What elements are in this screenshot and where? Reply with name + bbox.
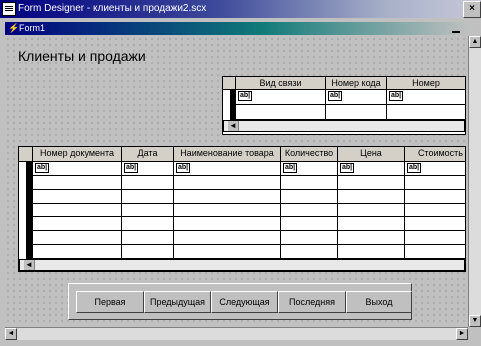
scroll-right-icon[interactable]: ►	[456, 328, 468, 340]
grid-horizontal-scrollbar[interactable]: ◄	[223, 120, 465, 132]
form-icon: ⚡	[8, 23, 20, 33]
grid-cell[interactable]	[33, 245, 122, 259]
grid-cell[interactable]	[33, 231, 122, 246]
form-titlebar: ⚡ Form1	[5, 22, 468, 35]
grid-column-header[interactable]: Цена	[338, 147, 405, 162]
next-button[interactable]: Следующая	[211, 291, 278, 313]
grid-cell[interactable]	[174, 203, 281, 218]
grid-cell[interactable]	[236, 105, 326, 120]
first-button[interactable]: Первая	[76, 291, 144, 313]
grid-column-header[interactable]: Количество	[281, 147, 338, 162]
grid-corner	[223, 77, 236, 90]
textbox-control[interactable]: ab|	[238, 91, 253, 101]
grid-cell[interactable]	[122, 217, 174, 232]
grid-column-header[interactable]: Наименование товара	[174, 147, 281, 162]
textbox-control[interactable]: ab|	[389, 91, 404, 101]
grid-cell[interactable]	[174, 245, 281, 259]
grid-cell[interactable]	[338, 231, 405, 246]
scroll-left-icon[interactable]: ◄	[228, 121, 239, 131]
textbox-control[interactable]: ab|	[407, 163, 422, 173]
grid-cell[interactable]	[122, 245, 174, 259]
grid-cell[interactable]	[33, 203, 122, 218]
grid-column-header[interactable]: Номер	[387, 77, 465, 90]
scroll-up-icon[interactable]: ▲	[469, 36, 481, 48]
grid-cell[interactable]: ab|	[33, 162, 122, 176]
textbox-control[interactable]: ab|	[328, 91, 343, 101]
grid-column-header[interactable]: Стоимость	[405, 147, 465, 162]
grid-column-header[interactable]: Дата	[122, 147, 174, 162]
form-title: Form1	[19, 23, 46, 33]
row-indicator	[26, 162, 33, 259]
grid-cell[interactable]: ab|	[326, 90, 387, 105]
grid-cell[interactable]: ab|	[174, 162, 281, 176]
textbox-control[interactable]: ab|	[124, 163, 139, 173]
form-designer-icon	[2, 2, 16, 16]
grid-cell[interactable]	[338, 175, 405, 190]
window-titlebar: Form Designer - клиенты и продажи2.scx	[0, 0, 481, 18]
grid-cell[interactable]	[281, 175, 338, 190]
exit-button[interactable]: Выход	[346, 291, 412, 313]
grid-cell[interactable]	[405, 217, 465, 232]
grid-column-header[interactable]: Номер кода	[326, 77, 387, 90]
grid-cell[interactable]	[405, 245, 465, 259]
grid-horizontal-scrollbar[interactable]: ◄	[19, 259, 465, 271]
grid-cell[interactable]	[338, 189, 405, 204]
grid-cell[interactable]	[338, 217, 405, 232]
window-title: Form Designer - клиенты и продажи2.scx	[18, 3, 207, 14]
grid-cell[interactable]	[122, 189, 174, 204]
grid-cell[interactable]	[326, 105, 387, 120]
grid-corner	[19, 147, 33, 162]
scrollbar-corner	[468, 327, 481, 340]
grid-sales[interactable]: Номер документа Дата Наименование товара…	[18, 146, 466, 272]
grid-cell[interactable]	[281, 203, 338, 218]
window-close-button[interactable]: ×	[463, 1, 481, 18]
grid-cell[interactable]	[281, 217, 338, 232]
grid-cell[interactable]	[387, 105, 465, 120]
grid-cell[interactable]	[338, 245, 405, 259]
textbox-control[interactable]: ab|	[283, 163, 298, 173]
grid-cell[interactable]	[338, 203, 405, 218]
grid-cell[interactable]: ab|	[236, 90, 326, 105]
grid-cell[interactable]	[122, 231, 174, 246]
textbox-control[interactable]: ab|	[176, 163, 191, 173]
grid-cell[interactable]: ab|	[405, 162, 465, 176]
grid-cell[interactable]	[33, 175, 122, 190]
grid-column-header[interactable]: Вид связи	[236, 77, 326, 90]
horizontal-scrollbar[interactable]: ◄ ►	[5, 327, 468, 340]
vertical-scrollbar[interactable]: ▲ ▼	[468, 36, 481, 327]
grid-cell[interactable]	[281, 189, 338, 204]
grid-cell[interactable]	[174, 189, 281, 204]
scroll-left-icon[interactable]: ◄	[5, 328, 17, 340]
scroll-down-icon[interactable]: ▼	[469, 315, 481, 327]
grid-cell[interactable]: ab|	[387, 90, 465, 105]
grid-cell[interactable]	[174, 175, 281, 190]
textbox-control[interactable]: ab|	[340, 163, 355, 173]
grid-cell[interactable]	[281, 245, 338, 259]
grid-cell[interactable]	[174, 217, 281, 232]
form-caption-label[interactable]: Клиенты и продажи	[18, 48, 146, 64]
grid-contacts[interactable]: Вид связи Номер кода Номер ab| ab| ab| ◄	[222, 76, 466, 135]
grid-cell[interactable]: ab|	[281, 162, 338, 176]
grid-cell[interactable]	[122, 175, 174, 190]
grid-cell[interactable]	[405, 231, 465, 246]
grid-cell[interactable]: ab|	[122, 162, 174, 176]
scroll-left-icon[interactable]: ◄	[24, 260, 35, 270]
grid-column-header[interactable]: Номер документа	[33, 147, 122, 162]
grid-cell[interactable]	[405, 189, 465, 204]
textbox-control[interactable]: ab|	[35, 163, 50, 173]
grid-cell[interactable]	[122, 203, 174, 218]
grid-cell[interactable]	[281, 231, 338, 246]
grid-cell[interactable]	[174, 231, 281, 246]
grid-cell[interactable]	[33, 217, 122, 232]
previous-button[interactable]: Предыдущая	[144, 291, 211, 313]
grid-cell[interactable]: ab|	[338, 162, 405, 176]
last-button[interactable]: Последняя	[278, 291, 346, 313]
grid-cell[interactable]	[405, 203, 465, 218]
grid-cell[interactable]	[33, 189, 122, 204]
grid-cell[interactable]	[405, 175, 465, 190]
